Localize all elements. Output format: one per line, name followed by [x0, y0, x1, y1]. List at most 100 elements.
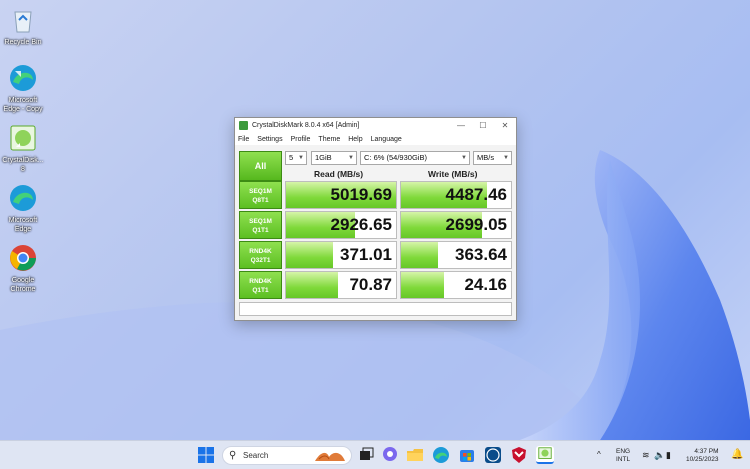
row-label-line1: SEQ1M	[249, 188, 272, 195]
search-highlight-icon	[315, 452, 345, 461]
test-size-value: 1GiB	[315, 153, 332, 162]
wifi-icon[interactable]: ≋	[642, 450, 650, 469]
write-header: Write (MB/s)	[428, 169, 478, 179]
crystaldiskmark-window: CrystalDiskMark 8.0.4 x64 [Admin] — ☐ ✕ …	[234, 117, 517, 321]
start-windows-icon[interactable]	[197, 446, 215, 464]
write-result-cell: 363.64	[400, 241, 512, 269]
language-line2: INTL	[616, 456, 631, 463]
chevron-down-icon: ▼	[298, 155, 304, 161]
title-bar[interactable]: CrystalDiskMark 8.0.4 x64 [Admin] — ☐ ✕	[235, 118, 516, 133]
desktop-icon-label: CrystalDisk... 8	[2, 157, 44, 173]
window-title: CrystalDiskMark 8.0.4 x64 [Admin]	[252, 122, 360, 129]
result-row: SEQ1M Q1T1 2926.65 2699.05	[239, 211, 512, 239]
app-icon	[239, 121, 248, 130]
test-count-value: 5	[289, 153, 294, 162]
row-label-line1: SEQ1M	[249, 218, 272, 225]
file-explorer-icon[interactable]	[406, 446, 424, 464]
read-value: 371.01	[340, 245, 392, 264]
menu-theme[interactable]: Theme	[318, 136, 340, 143]
clock[interactable]: 4:37 PM 10/25/2023	[686, 448, 719, 469]
comment-field[interactable]	[239, 302, 512, 316]
chevron-down-icon: ▼	[348, 155, 354, 161]
edge-icon	[10, 65, 36, 91]
read-result-cell: 2926.65	[285, 211, 397, 239]
result-row: SEQ1M Q8T1 5019.69 4487.46	[239, 181, 512, 209]
menu-help[interactable]: Help	[348, 136, 362, 143]
seq1m-q1t1-button[interactable]: SEQ1M Q1T1	[239, 211, 282, 239]
recycle-bin-icon	[14, 11, 32, 33]
edge-taskbar-icon[interactable]	[432, 446, 450, 464]
result-row: RND4K Q32T1 371.01 363.64	[239, 241, 512, 269]
desktop-icon-label: Google Chrome	[10, 277, 36, 293]
tray-overflow-chevron-icon[interactable]: ^	[597, 450, 601, 469]
minimize-button[interactable]: —	[450, 118, 472, 133]
crystaldiskmark-taskbar-icon[interactable]	[536, 446, 554, 464]
row-label-line1: RND4K	[249, 278, 272, 285]
taskbar: ⚲ Search ^ ENG INTL ≋ 🔈 ▮ 4:37 PM 10/25/…	[0, 440, 750, 469]
read-result-cell: 70.87	[285, 271, 397, 299]
desktop-icon-recycle-bin[interactable]: Recycle Bin	[2, 4, 44, 47]
mcafee-icon[interactable]	[510, 446, 528, 464]
menu-profile[interactable]: Profile	[291, 136, 311, 143]
read-result-cell: 5019.69	[285, 181, 397, 209]
write-result-cell: 2699.05	[400, 211, 512, 239]
menu-file[interactable]: File	[238, 136, 249, 143]
read-header: Read (MB/s)	[314, 169, 364, 179]
row-label-line2: Q1T1	[252, 227, 269, 234]
close-button[interactable]: ✕	[494, 118, 516, 133]
input-language-indicator[interactable]: ENG INTL	[616, 448, 630, 469]
desktop-icon-crystaldiskmark[interactable]: CrystalDisk... 8	[2, 122, 44, 174]
volume-icon[interactable]: 🔈	[654, 450, 665, 469]
unit-value: MB/s	[477, 153, 495, 162]
write-value: 363.64	[455, 245, 507, 264]
row-label-line2: Q32T1	[250, 257, 271, 264]
menu-language[interactable]: Language	[371, 136, 402, 143]
chrome-icon	[10, 245, 36, 271]
chevron-down-icon: ▼	[503, 155, 509, 161]
menu-settings[interactable]: Settings	[257, 136, 282, 143]
write-result-cell: 24.16	[400, 271, 512, 299]
seq1m-q8t1-button[interactable]: SEQ1M Q8T1	[239, 181, 282, 209]
row-label-line2: Q8T1	[252, 197, 269, 204]
notification-bell-icon[interactable]: 🔔	[731, 449, 743, 469]
drive-select[interactable]: C: 6% (54/930GiB) ▼	[360, 151, 470, 165]
test-size-select[interactable]: 1GiB ▼	[311, 151, 357, 165]
unit-select[interactable]: MB/s ▼	[473, 151, 512, 165]
write-value: 2699.05	[445, 215, 507, 234]
clock-time: 4:37 PM	[694, 448, 719, 455]
write-bar	[401, 272, 444, 298]
test-count-select[interactable]: 5 ▼	[285, 151, 307, 165]
battery-icon[interactable]: ▮	[666, 450, 671, 469]
language-line1: ENG	[616, 448, 631, 455]
desktop-icon-chrome[interactable]: Google Chrome	[2, 242, 44, 294]
read-result-cell: 371.01	[285, 241, 397, 269]
task-view-icon[interactable]	[357, 446, 375, 464]
rnd4k-q32t1-button[interactable]: RND4K Q32T1	[239, 241, 282, 269]
desktop-icon-label: Recycle Bin	[4, 39, 42, 46]
desktop-icon-edge[interactable]: Microsoft Edge	[2, 182, 44, 234]
search-placeholder: Search	[243, 451, 269, 460]
taskbar-search-box[interactable]: ⚲ Search	[222, 446, 352, 465]
dell-icon[interactable]	[484, 446, 502, 464]
edge-icon	[10, 185, 36, 211]
clock-date: 10/25/2023	[686, 456, 719, 463]
write-value: 4487.46	[445, 185, 507, 204]
read-value: 5019.69	[330, 185, 392, 204]
result-row: RND4K Q1T1 70.87 24.16	[239, 271, 512, 299]
rnd4k-q1t1-button[interactable]: RND4K Q1T1	[239, 271, 282, 299]
drive-value: C: 6% (54/930GiB)	[364, 153, 427, 162]
all-button[interactable]: All	[239, 151, 282, 181]
read-value: 70.87	[349, 275, 392, 294]
maximize-button[interactable]: ☐	[472, 118, 494, 133]
desktop-icon-label: Microsoft Edge	[8, 217, 38, 233]
search-icon: ⚲	[229, 450, 237, 461]
menu-bar: File Settings Profile Theme Help Languag…	[235, 133, 516, 145]
write-result-cell: 4487.46	[400, 181, 512, 209]
desktop-icon-edge-copy[interactable]: Microsoft Edge - Copy	[2, 62, 44, 114]
microsoft-store-icon[interactable]	[458, 446, 476, 464]
chat-icon[interactable]	[381, 446, 399, 464]
write-value: 24.16	[464, 275, 507, 294]
chevron-down-icon: ▼	[461, 155, 467, 161]
desktop-icon-label: Microsoft Edge - Copy	[3, 97, 43, 113]
row-label-line1: RND4K	[249, 248, 272, 255]
